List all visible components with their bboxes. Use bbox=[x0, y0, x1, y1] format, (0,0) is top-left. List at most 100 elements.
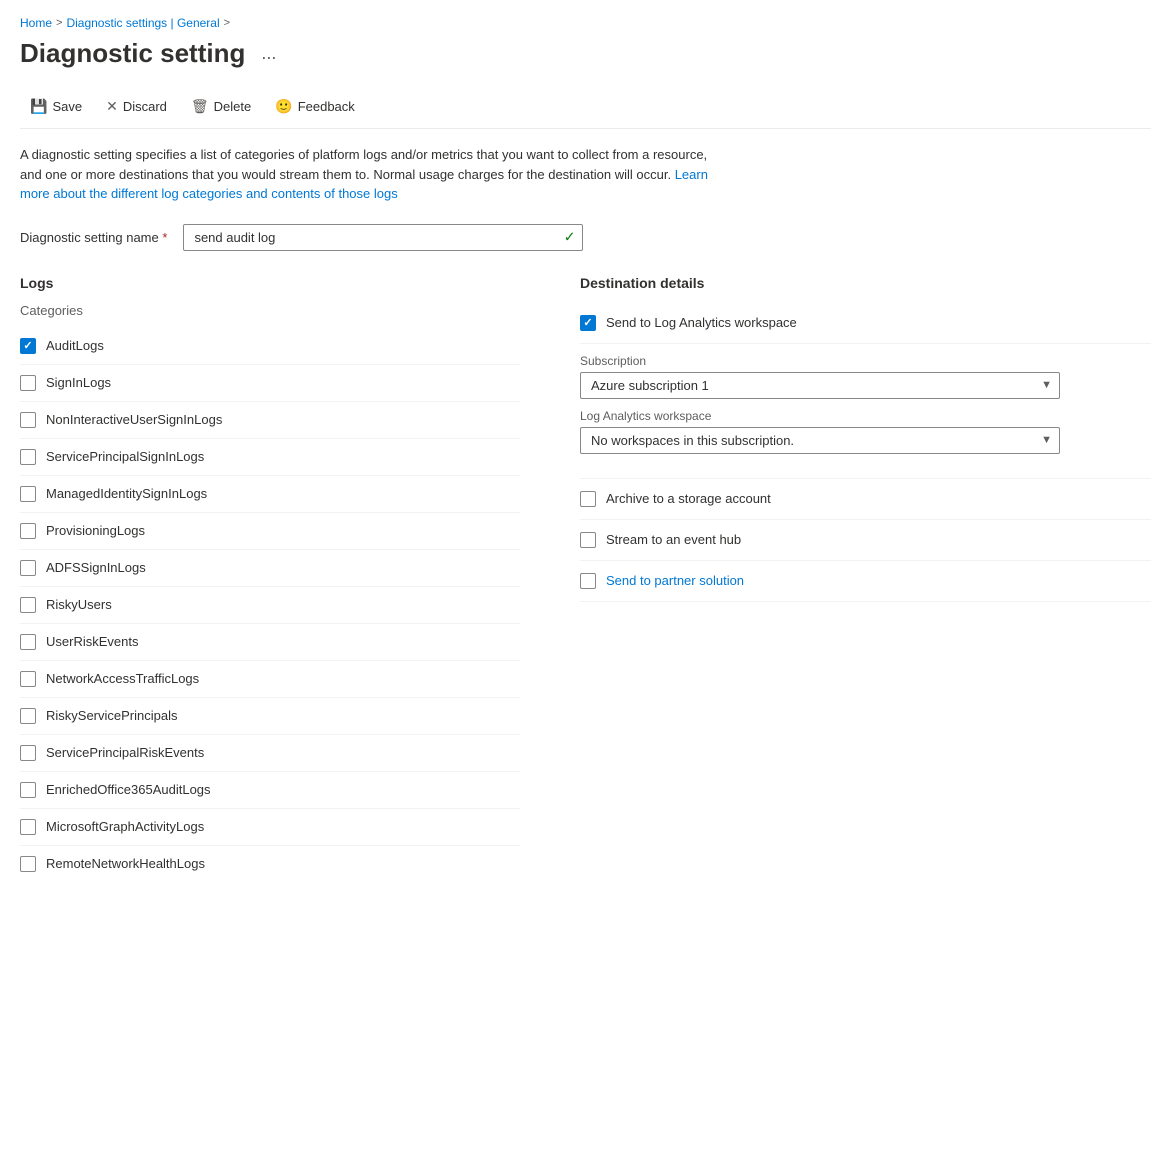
checkbox-managed-identity-sign-in-logs[interactable] bbox=[20, 486, 36, 502]
log-label-non-interactive-user-sign-in-logs: NonInteractiveUserSignInLogs bbox=[46, 412, 222, 427]
log-label-risky-service-principals: RiskyServicePrincipals bbox=[46, 708, 177, 723]
logs-section: Logs Categories AuditLogs SignInLogs NonIn… bbox=[20, 275, 520, 882]
subscription-select[interactable]: Azure subscription 1 bbox=[580, 372, 1060, 399]
log-item: EnrichedOffice365AuditLogs bbox=[20, 772, 520, 809]
discard-icon: ✕ bbox=[106, 98, 118, 115]
log-item: MicrosoftGraphActivityLogs bbox=[20, 809, 520, 846]
log-label-microsoft-graph-activity-logs: MicrosoftGraphActivityLogs bbox=[46, 819, 204, 834]
checkbox-sign-in-logs[interactable] bbox=[20, 375, 36, 391]
workspace-select-wrapper: No workspaces in this subscription. ▼ bbox=[580, 427, 1060, 454]
setting-name-input-wrapper: ✓ bbox=[183, 224, 583, 251]
description-text: A diagnostic setting specifies a list of… bbox=[20, 145, 720, 204]
log-label-service-principal-risk-events: ServicePrincipalRiskEvents bbox=[46, 745, 204, 760]
setting-name-row: Diagnostic setting name * ✓ bbox=[20, 224, 1151, 251]
log-label-provisioning-logs: ProvisioningLogs bbox=[46, 523, 145, 538]
log-item: ServicePrincipalRiskEvents bbox=[20, 735, 520, 772]
log-item: AuditLogs bbox=[20, 328, 520, 365]
setting-name-input[interactable] bbox=[183, 224, 583, 251]
discard-label: Discard bbox=[123, 99, 167, 114]
log-analytics-label: Send to Log Analytics workspace bbox=[606, 315, 797, 330]
partner-solution-label: Send to partner solution bbox=[606, 573, 744, 588]
toolbar: 💾 Save ✕ Discard 🗑 Delete 🙂 Feedback bbox=[20, 85, 1151, 129]
log-label-user-risk-events: UserRiskEvents bbox=[46, 634, 138, 649]
checkbox-risky-users[interactable] bbox=[20, 597, 36, 613]
log-analytics-option-row: Send to Log Analytics workspace bbox=[580, 303, 1151, 344]
event-hub-checkbox[interactable] bbox=[580, 532, 596, 548]
required-indicator: * bbox=[162, 230, 167, 245]
log-item: SignInLogs bbox=[20, 365, 520, 402]
save-button[interactable]: 💾 Save bbox=[20, 93, 92, 120]
storage-account-label: Archive to a storage account bbox=[606, 491, 771, 506]
log-label-service-principal-sign-in-logs: ServicePrincipalSignInLogs bbox=[46, 449, 204, 464]
destination-section: Destination details Send to Log Analytic… bbox=[580, 275, 1151, 882]
log-item: ADFSSignInLogs bbox=[20, 550, 520, 587]
log-label-audit-logs: AuditLogs bbox=[46, 338, 104, 353]
save-icon: 💾 bbox=[30, 98, 47, 115]
log-label-risky-users: RiskyUsers bbox=[46, 597, 112, 612]
setting-name-label: Diagnostic setting name * bbox=[20, 230, 167, 245]
page-title-row: Diagnostic setting ... bbox=[20, 38, 1151, 69]
event-hub-option-row: Stream to an event hub bbox=[580, 520, 1151, 561]
checkbox-adfs-sign-in-logs[interactable] bbox=[20, 560, 36, 576]
breadcrumb-sep-2: > bbox=[224, 17, 230, 29]
subscription-select-wrapper: Azure subscription 1 ▼ bbox=[580, 372, 1060, 399]
log-item: RiskyServicePrincipals bbox=[20, 698, 520, 735]
destination-section-title: Destination details bbox=[580, 275, 1151, 291]
checkbox-enriched-office365-audit-logs[interactable] bbox=[20, 782, 36, 798]
main-content: Logs Categories AuditLogs SignInLogs NonIn… bbox=[20, 275, 1151, 882]
storage-account-checkbox[interactable] bbox=[580, 491, 596, 507]
log-item: NonInteractiveUserSignInLogs bbox=[20, 402, 520, 439]
checkbox-non-interactive-user-sign-in-logs[interactable] bbox=[20, 412, 36, 428]
checkbox-provisioning-logs[interactable] bbox=[20, 523, 36, 539]
log-label-network-access-traffic-logs: NetworkAccessTrafficLogs bbox=[46, 671, 199, 686]
delete-button[interactable]: 🗑 Delete bbox=[181, 93, 261, 120]
checkbox-service-principal-risk-events[interactable] bbox=[20, 745, 36, 761]
breadcrumb-sep-1: > bbox=[56, 17, 62, 29]
feedback-label: Feedback bbox=[298, 99, 355, 114]
more-options-button[interactable]: ... bbox=[255, 41, 282, 66]
delete-label: Delete bbox=[214, 99, 252, 114]
log-label-enriched-office365-audit-logs: EnrichedOffice365AuditLogs bbox=[46, 782, 211, 797]
log-items-container: AuditLogs SignInLogs NonInteractiveUserSig… bbox=[20, 328, 520, 882]
workspace-select[interactable]: No workspaces in this subscription. bbox=[580, 427, 1060, 454]
workspace-field-group: Log Analytics workspace No workspaces in… bbox=[580, 409, 1151, 454]
workspace-label: Log Analytics workspace bbox=[580, 409, 1151, 423]
feedback-button[interactable]: 🙂 Feedback bbox=[265, 93, 365, 120]
log-label-managed-identity-sign-in-logs: ManagedIdentitySignInLogs bbox=[46, 486, 207, 501]
log-analytics-details: Subscription Azure subscription 1 ▼ Log … bbox=[580, 344, 1151, 479]
log-item: ManagedIdentitySignInLogs bbox=[20, 476, 520, 513]
checkbox-network-access-traffic-logs[interactable] bbox=[20, 671, 36, 687]
page-title: Diagnostic setting bbox=[20, 38, 245, 69]
checkbox-user-risk-events[interactable] bbox=[20, 634, 36, 650]
save-label: Save bbox=[52, 99, 82, 114]
breadcrumb-home[interactable]: Home bbox=[20, 16, 52, 30]
checkbox-risky-service-principals[interactable] bbox=[20, 708, 36, 724]
checkbox-audit-logs[interactable] bbox=[20, 338, 36, 354]
input-valid-icon: ✓ bbox=[564, 229, 576, 246]
log-item: RiskyUsers bbox=[20, 587, 520, 624]
checkbox-service-principal-sign-in-logs[interactable] bbox=[20, 449, 36, 465]
log-item: NetworkAccessTrafficLogs bbox=[20, 661, 520, 698]
breadcrumb-diagnostic-settings[interactable]: Diagnostic settings | General bbox=[66, 16, 219, 30]
subscription-field-group: Subscription Azure subscription 1 ▼ bbox=[580, 354, 1151, 399]
log-item: UserRiskEvents bbox=[20, 624, 520, 661]
discard-button[interactable]: ✕ Discard bbox=[96, 93, 177, 120]
log-analytics-checkbox[interactable] bbox=[580, 315, 596, 331]
log-item: ServicePrincipalSignInLogs bbox=[20, 439, 520, 476]
logs-section-title: Logs bbox=[20, 275, 520, 291]
breadcrumb: Home > Diagnostic settings | General > bbox=[20, 16, 1151, 30]
log-label-adfs-sign-in-logs: ADFSSignInLogs bbox=[46, 560, 146, 575]
checkbox-microsoft-graph-activity-logs[interactable] bbox=[20, 819, 36, 835]
storage-account-option-row: Archive to a storage account bbox=[580, 479, 1151, 520]
log-label-sign-in-logs: SignInLogs bbox=[46, 375, 111, 390]
categories-label: Categories bbox=[20, 303, 520, 318]
partner-solution-checkbox[interactable] bbox=[580, 573, 596, 589]
checkbox-remote-network-health-logs[interactable] bbox=[20, 856, 36, 872]
log-label-remote-network-health-logs: RemoteNetworkHealthLogs bbox=[46, 856, 205, 871]
delete-icon: 🗑 bbox=[191, 98, 209, 115]
log-item: ProvisioningLogs bbox=[20, 513, 520, 550]
event-hub-label: Stream to an event hub bbox=[606, 532, 741, 547]
subscription-label: Subscription bbox=[580, 354, 1151, 368]
partner-solution-option-row: Send to partner solution bbox=[580, 561, 1151, 602]
feedback-icon: 🙂 bbox=[275, 98, 292, 115]
